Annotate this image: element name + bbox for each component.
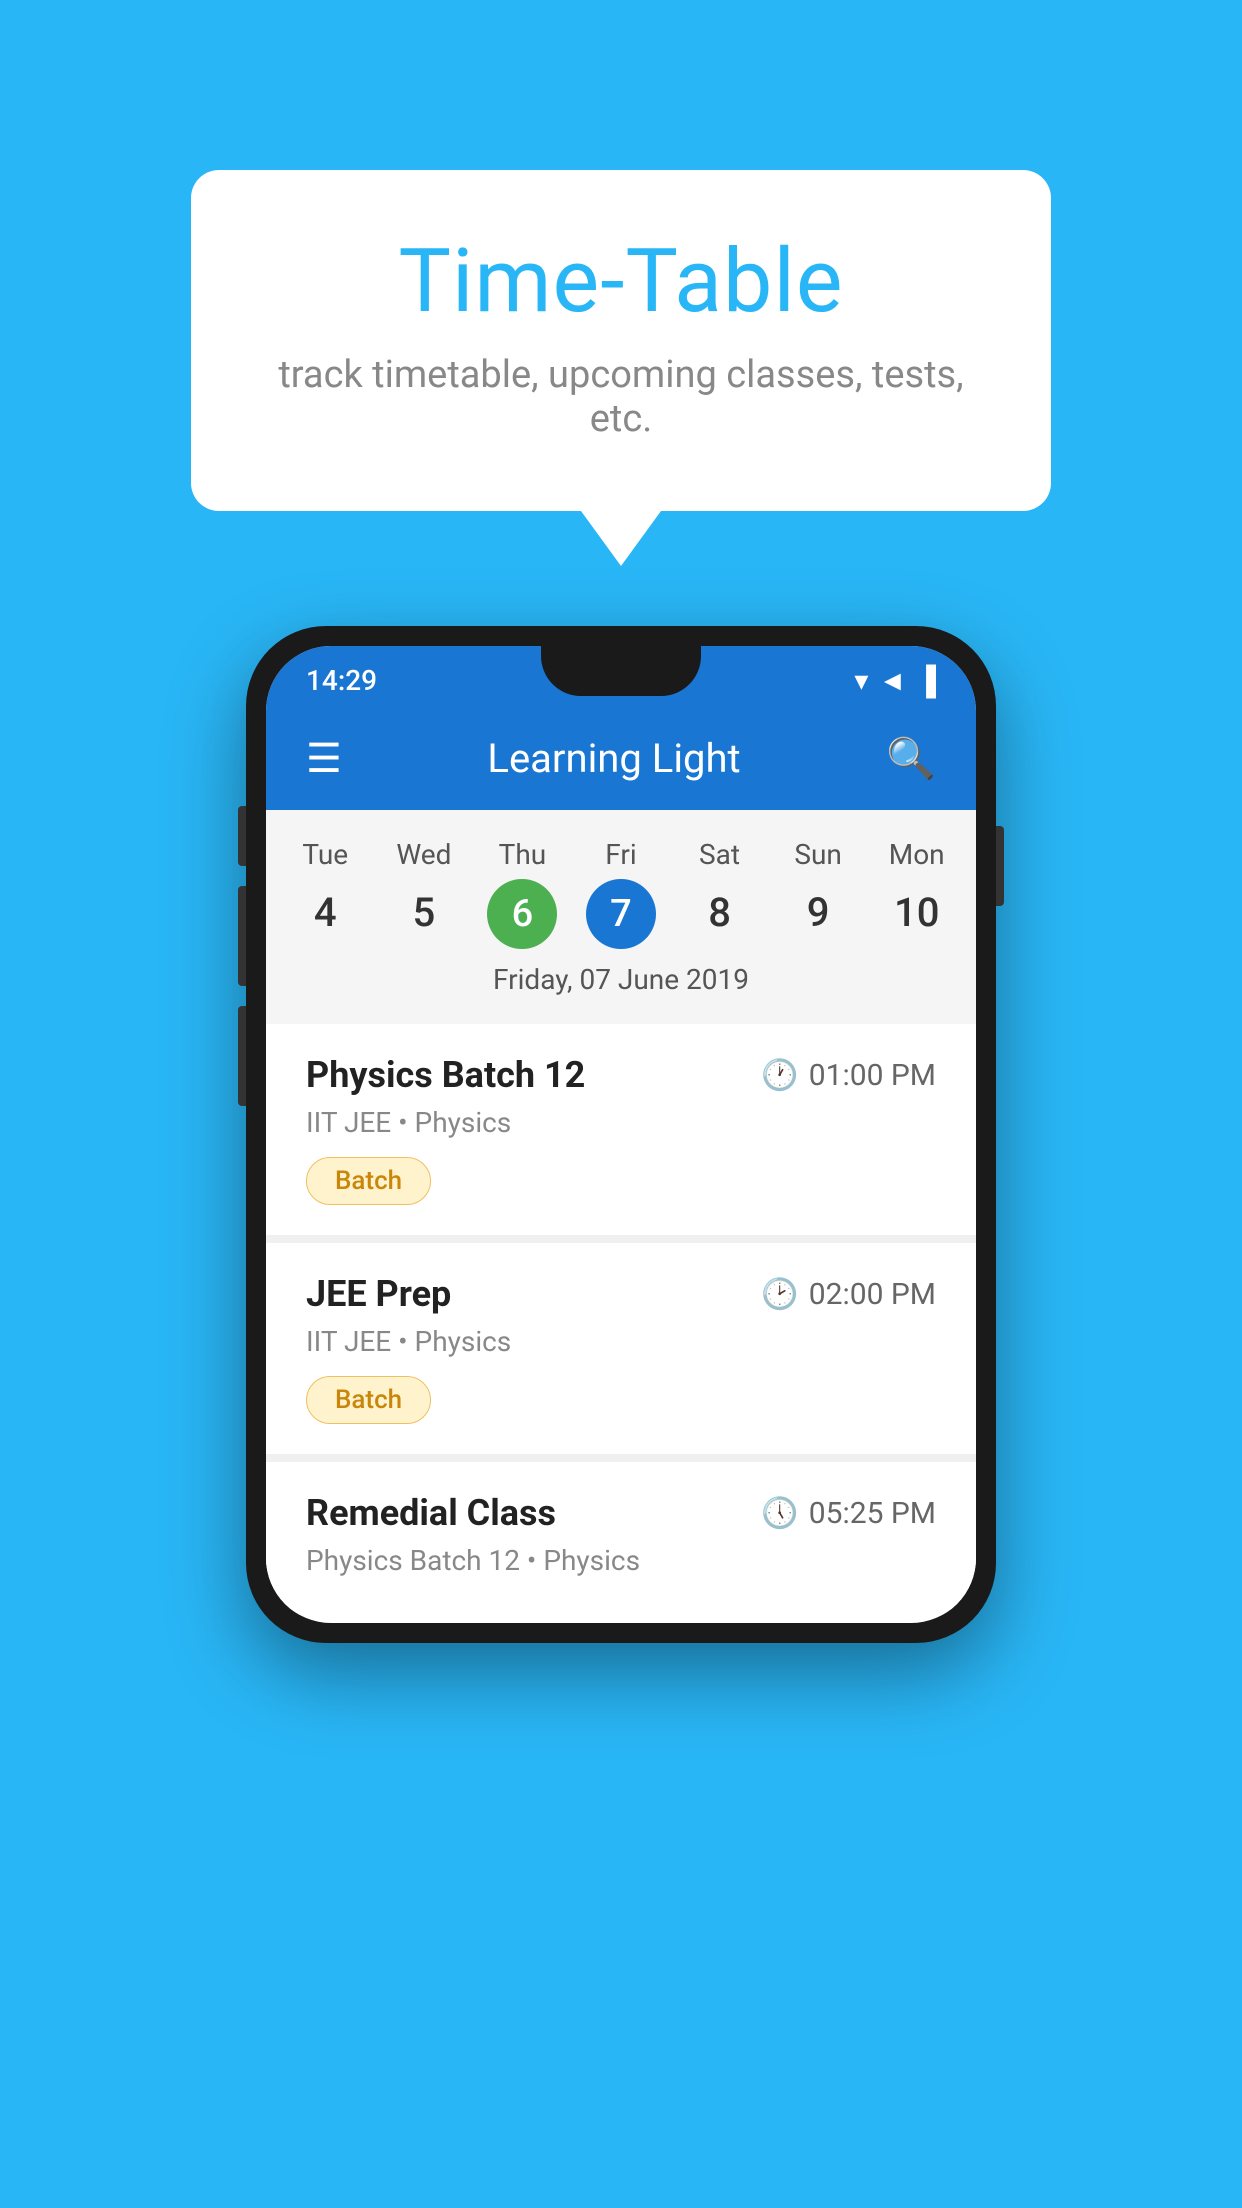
day-wed: Wed — [375, 830, 474, 879]
day-7-selected[interactable]: 7 — [586, 879, 656, 949]
bubble-pointer — [581, 511, 661, 566]
speech-bubble-card: Time-Table track timetable, upcoming cla… — [191, 170, 1051, 511]
speech-bubble-section: Time-Table track timetable, upcoming cla… — [191, 170, 1051, 566]
day-8[interactable]: 8 — [670, 879, 769, 949]
day-fri: Fri — [572, 830, 671, 879]
phone-device: 14:29 ▾ ◄ ▐ ☰ Learning Light 🔍 Tue Wed T… — [246, 626, 996, 1643]
day-tue: Tue — [276, 830, 375, 879]
vol-up-button — [238, 886, 246, 986]
item-1-time: 🕐 01:00 PM — [761, 1058, 936, 1093]
item-2-badge: Batch — [306, 1376, 431, 1424]
day-sat: Sat — [670, 830, 769, 879]
item-2-header: JEE Prep 🕑 02:00 PM — [306, 1273, 936, 1315]
day-thu: Thu — [473, 830, 572, 879]
schedule-list: Physics Batch 12 🕐 01:00 PM IIT JEE • Ph… — [266, 1024, 976, 1615]
day-10[interactable]: 10 — [867, 879, 966, 949]
power-button — [996, 826, 1004, 906]
app-bar: ☰ Learning Light 🔍 — [266, 707, 976, 810]
clock-icon-2: 🕑 — [761, 1277, 798, 1312]
schedule-item-2[interactable]: JEE Prep 🕑 02:00 PM IIT JEE • Physics Ba… — [266, 1243, 976, 1454]
item-3-header: Remedial Class 🕔 05:25 PM — [306, 1492, 936, 1534]
day-5[interactable]: 5 — [375, 879, 474, 949]
status-time: 14:29 — [306, 664, 377, 697]
schedule-item-3[interactable]: Remedial Class 🕔 05:25 PM Physics Batch … — [266, 1462, 976, 1615]
day-numbers: 4 5 6 7 8 9 10 — [266, 879, 976, 949]
selected-date: Friday, 07 June 2019 — [266, 949, 976, 1014]
day-9[interactable]: 9 — [769, 879, 868, 949]
item-2-title: JEE Prep — [306, 1273, 451, 1315]
vol-mute-button — [238, 806, 246, 866]
status-icons: ▾ ◄ ▐ — [854, 664, 936, 697]
wifi-icon: ▾ — [854, 664, 868, 697]
day-headers: Tue Wed Thu Fri Sat Sun Mon — [266, 830, 976, 879]
day-6-today[interactable]: 6 — [487, 879, 557, 949]
phone-screen: 14:29 ▾ ◄ ▐ ☰ Learning Light 🔍 Tue Wed T… — [266, 646, 976, 1623]
app-title: Learning Light — [487, 735, 740, 782]
phone-notch — [541, 646, 701, 696]
item-3-subtitle: Physics Batch 12 • Physics — [306, 1544, 936, 1577]
vol-down-button — [238, 1006, 246, 1106]
clock-icon-1: 🕐 — [761, 1058, 798, 1093]
item-2-time: 🕑 02:00 PM — [761, 1277, 936, 1312]
item-1-subtitle: IIT JEE • Physics — [306, 1106, 936, 1139]
item-1-header: Physics Batch 12 🕐 01:00 PM — [306, 1054, 936, 1096]
calendar-strip: Tue Wed Thu Fri Sat Sun Mon 4 5 6 7 8 9 … — [266, 810, 976, 1024]
item-3-title: Remedial Class — [306, 1492, 556, 1534]
item-3-time: 🕔 05:25 PM — [761, 1496, 936, 1531]
clock-icon-3: 🕔 — [761, 1496, 798, 1531]
day-sun: Sun — [769, 830, 868, 879]
item-1-title: Physics Batch 12 — [306, 1054, 585, 1096]
phone-wrapper: 14:29 ▾ ◄ ▐ ☰ Learning Light 🔍 Tue Wed T… — [0, 626, 1242, 1643]
item-1-badge: Batch — [306, 1157, 431, 1205]
search-icon[interactable]: 🔍 — [886, 735, 936, 782]
day-mon: Mon — [867, 830, 966, 879]
bubble-subtitle: track timetable, upcoming classes, tests… — [271, 353, 971, 441]
signal-icon: ◄ — [878, 664, 906, 697]
bubble-title: Time-Table — [271, 230, 971, 333]
item-2-subtitle: IIT JEE • Physics — [306, 1325, 936, 1358]
day-4[interactable]: 4 — [276, 879, 375, 949]
menu-icon[interactable]: ☰ — [306, 735, 342, 782]
schedule-item-1[interactable]: Physics Batch 12 🕐 01:00 PM IIT JEE • Ph… — [266, 1024, 976, 1235]
battery-icon: ▐ — [916, 664, 936, 697]
